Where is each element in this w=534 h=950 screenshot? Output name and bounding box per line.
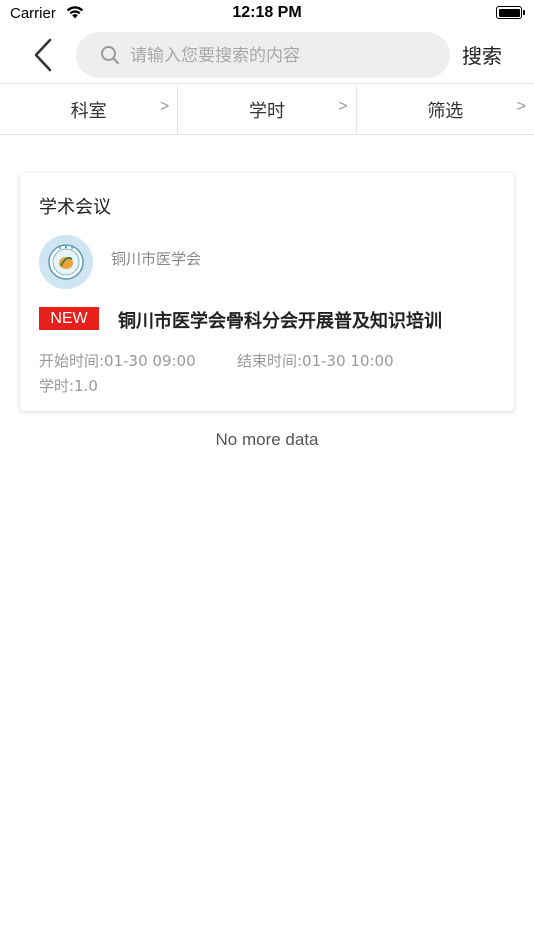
chevron-right-icon: > [338,98,348,115]
chevron-left-icon [34,38,52,72]
battery-tip [523,10,525,15]
filter-department[interactable]: 科室 > [0,84,177,134]
filter-screen[interactable]: 筛选 > [355,84,534,134]
filter-label: 学时 [248,101,285,122]
filter-bar: 科室 > 学时 > 筛选 > [0,84,534,134]
search-icon [101,46,120,65]
card-category: 学术会议 [39,197,111,218]
search-input[interactable] [128,32,442,80]
new-badge: NEW [39,307,99,330]
org-name: 铜川市医学会 [111,250,202,268]
no-more-data-label: No more data [215,430,319,449]
start-time: 开始时间:01-30 09:00 [39,352,196,370]
filter-hours[interactable]: 学时 > [177,84,355,134]
filter-divider [0,134,534,135]
org-logo-icon [39,235,93,289]
search-header: 搜索 [0,28,534,84]
status-bar: Carrier 12:18 PM [0,0,534,28]
chevron-right-icon: > [516,98,526,115]
meeting-card[interactable]: 学术会议 铜川市医学会 NEW 铜川市医学会骨科分会开展普及知识培训 开始时间:… [20,173,514,411]
status-time: 12:18 PM [232,4,302,21]
battery-icon [496,6,522,19]
card-title: 铜川市医学会骨科分会开展普及知识培训 [118,311,442,332]
end-time: 结束时间:01-30 10:00 [237,352,394,370]
filter-label: 筛选 [427,101,464,122]
search-button[interactable]: 搜索 [462,40,502,69]
chevron-right-icon: > [159,98,170,115]
filter-label: 科室 [70,101,107,122]
back-button[interactable] [28,36,60,74]
credit-hours: 学时:1.0 [39,377,98,395]
search-box[interactable] [76,32,450,80]
